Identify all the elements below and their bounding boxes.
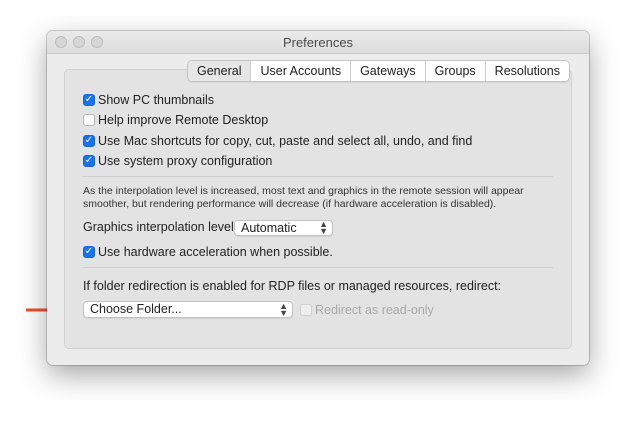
tab-bar: General User Accounts Gateways Groups Re… (187, 60, 570, 82)
hardware-accel-label: Use hardware acceleration when possible. (98, 245, 333, 259)
system-proxy-row[interactable]: Use system proxy configuration (83, 154, 272, 168)
help-improve-checkbox[interactable] (83, 114, 95, 126)
readonly-checkbox[interactable] (300, 304, 312, 316)
divider (83, 176, 553, 177)
interpolation-level-value: Automatic (241, 221, 297, 235)
choose-folder-select[interactable]: Choose Folder... ▲ ▼ (83, 301, 293, 318)
system-proxy-checkbox[interactable] (83, 155, 95, 167)
preferences-window: Preferences General User Accounts Gatewa… (47, 31, 589, 365)
help-improve-label: Help improve Remote Desktop (98, 113, 269, 127)
show-thumbnails-label: Show PC thumbnails (98, 93, 215, 107)
tab-gateways[interactable]: Gateways (350, 61, 425, 81)
up-down-chevron-icon: ▲ ▼ (279, 301, 288, 318)
title-bar: Preferences (47, 31, 589, 54)
mac-shortcuts-label: Use Mac shortcuts for copy, cut, paste a… (98, 134, 473, 148)
readonly-label: Redirect as read-only (315, 303, 434, 317)
hardware-accel-checkbox[interactable] (83, 246, 95, 258)
window-title: Preferences (282, 35, 354, 50)
system-proxy-label: Use system proxy configuration (98, 154, 273, 168)
redirect-label: If folder redirection is enabled for RDP… (83, 279, 502, 293)
choose-folder-value: Choose Folder... (90, 302, 182, 316)
tab-user-accounts[interactable]: User Accounts (250, 61, 350, 81)
divider (83, 267, 553, 268)
tab-general[interactable]: General (188, 61, 251, 81)
hardware-accel-row[interactable]: Use hardware acceleration when possible. (83, 245, 333, 259)
tab-groups[interactable]: Groups (424, 61, 485, 81)
mac-shortcuts-checkbox[interactable] (83, 135, 95, 147)
help-improve-row[interactable]: Help improve Remote Desktop (83, 113, 268, 127)
tab-resolutions[interactable]: Resolutions (484, 61, 569, 81)
interpolation-level-select[interactable]: Automatic ▲ ▼ (234, 220, 333, 236)
mac-shortcuts-row[interactable]: Use Mac shortcuts for copy, cut, paste a… (83, 134, 472, 148)
up-down-chevron-icon: ▲ ▼ (319, 219, 328, 236)
interpolation-label: Graphics interpolation level: (83, 220, 238, 234)
show-thumbnails-checkbox[interactable] (83, 94, 95, 106)
readonly-row: Redirect as read-only (300, 303, 434, 317)
interpolation-note: As the interpolation level is increased,… (83, 185, 524, 210)
show-thumbnails-row[interactable]: Show PC thumbnails (83, 93, 214, 107)
